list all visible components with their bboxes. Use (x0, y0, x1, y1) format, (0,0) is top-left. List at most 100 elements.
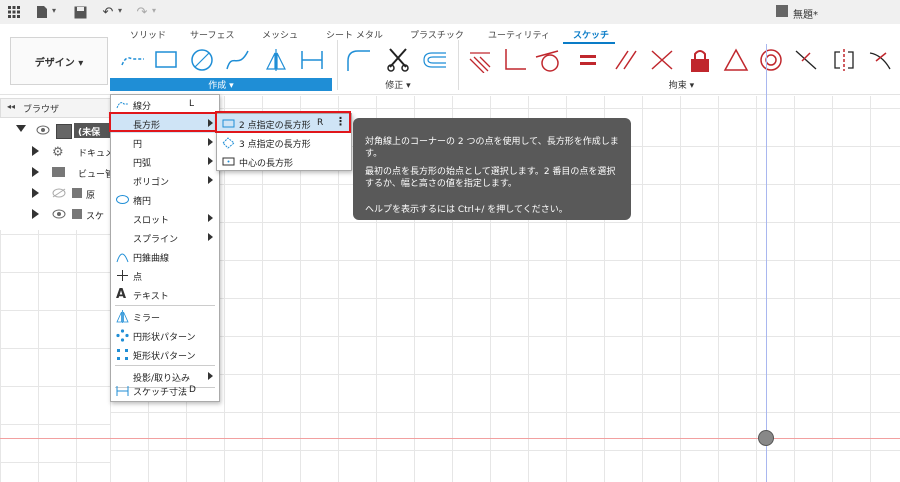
menu-separator (115, 365, 215, 366)
circle-tool-icon[interactable] (188, 47, 216, 73)
save-icon[interactable] (72, 4, 88, 20)
browser-title: ブラウザ (23, 105, 60, 115)
concentric-constraint-icon[interactable] (757, 47, 785, 73)
browser-root-item[interactable]: (未保 (16, 122, 122, 140)
submenu-arrow-icon (208, 214, 213, 222)
collapse-icon[interactable]: ◂◂ (7, 102, 15, 111)
browser-header[interactable]: ◂◂ ブラウザ (0, 98, 112, 118)
document-icon (776, 5, 788, 17)
menu-item-polygon[interactable]: ポリゴン (111, 171, 219, 190)
submenu-arrow-icon (208, 157, 213, 165)
component-icon (56, 124, 72, 139)
browser-item-named-views[interactable]: ビュー管理 (16, 164, 118, 182)
browser-item-origin[interactable]: 原 (16, 185, 116, 203)
menu-item-slot[interactable]: スロット (111, 209, 219, 228)
tab-utility[interactable]: ユーティリティ (488, 28, 550, 41)
dimension-tool-icon[interactable] (298, 47, 326, 73)
document-title: 無題* (793, 10, 818, 21)
folder-icon (72, 188, 82, 198)
folder-icon (72, 209, 82, 219)
expand-icon[interactable] (32, 167, 39, 177)
midpoint-constraint-icon[interactable] (648, 47, 676, 73)
tooltip-help-hint: ヘルプを表示するには Ctrl+/ を押してください。 (365, 205, 568, 215)
menu-item-conic-curve[interactable]: 円錐曲線 (111, 247, 219, 266)
browser-item-sketches[interactable]: スケ (16, 206, 116, 224)
menu-separator (115, 305, 215, 306)
tab-surface[interactable]: サーフェス (190, 28, 234, 41)
tooltip-instructions: 最初の点を長方形の始点として選択します。2 番目の点を選択するか、幅と高さの値を… (365, 167, 616, 189)
browser-item-document-settings[interactable]: ⚙ ドキュメン (16, 143, 118, 161)
equal-constraint-icon[interactable] (574, 47, 602, 73)
fix-lock-icon[interactable] (686, 47, 714, 73)
grid-menu-icon[interactable] (6, 4, 22, 20)
folder-icon (52, 167, 65, 177)
chevron-down-icon[interactable]: ▾ (152, 6, 156, 15)
line-tool-icon[interactable] (118, 47, 146, 73)
fillet-tool-icon[interactable] (344, 47, 372, 73)
triangle-constraint-icon[interactable] (722, 47, 750, 73)
ellipse-icon (116, 195, 129, 204)
tab-sketch[interactable]: スケッチ (573, 28, 609, 41)
submenu-arrow-icon (208, 176, 213, 184)
origin-point[interactable] (758, 430, 774, 446)
coincident-constraint-icon[interactable] (466, 47, 494, 73)
chevron-down-icon[interactable]: ▾ (118, 6, 122, 15)
file-icon[interactable] (34, 4, 50, 20)
spline-tool-icon[interactable] (224, 47, 252, 73)
menu-item-circle[interactable]: 円 (111, 133, 219, 152)
offset-tool-icon[interactable] (420, 47, 448, 73)
collinear-constraint-icon[interactable] (792, 47, 820, 73)
menu-item-rectangular-pattern[interactable]: 矩形状パターン (111, 345, 219, 364)
menu-item-point[interactable]: 点 (111, 266, 219, 285)
tab-solid[interactable]: ソリッド (130, 28, 166, 41)
menu-item-text[interactable]: A テキスト (111, 285, 219, 304)
menu-item-arc[interactable]: 円弧 (111, 152, 219, 171)
mirror-icon (116, 310, 129, 323)
design-workspace-button[interactable]: デザイン ▾ (10, 37, 108, 85)
toolbar-tabs: ソリッド サーフェス メッシュ シート メタル プラスチック ユーティリティ ス… (0, 24, 900, 44)
highlight-box (215, 111, 351, 133)
perpendicular-constraint-icon[interactable] (500, 47, 528, 73)
menu-item-spline[interactable]: スプライン (111, 228, 219, 247)
tab-mesh[interactable]: メッシュ (262, 28, 298, 41)
sketch-canvas[interactable] (0, 230, 110, 482)
submenu-arrow-icon (208, 233, 213, 241)
mirror-tool-icon[interactable] (262, 47, 290, 73)
menu-item-center-rectangle[interactable]: 中心の長方形 (217, 152, 351, 171)
expand-icon[interactable] (32, 146, 39, 156)
tab-plastic[interactable]: プラスチック (410, 28, 464, 41)
text-icon: A (116, 287, 127, 302)
modify-menu-button[interactable]: 修正 ▾ (343, 78, 453, 91)
smooth-constraint-icon[interactable] (866, 47, 894, 73)
menu-item-circular-pattern[interactable]: 円形状パターン (111, 326, 219, 345)
undo-icon[interactable]: ↶ (100, 4, 116, 20)
tangent-constraint-icon[interactable] (534, 47, 562, 73)
chevron-down-icon[interactable]: ▾ (52, 6, 56, 15)
menu-item-ellipse[interactable]: 楕円 (111, 190, 219, 209)
expand-icon[interactable] (16, 125, 26, 132)
parallel-constraint-icon[interactable] (612, 47, 640, 73)
create-menu-button[interactable]: 作成 ▾ (110, 78, 332, 91)
expand-icon[interactable] (32, 209, 39, 219)
eye-icon[interactable] (52, 209, 66, 219)
eye-icon[interactable] (36, 125, 50, 135)
redo-icon[interactable]: ↷ (134, 4, 150, 20)
y-axis-line (766, 44, 767, 482)
ribbon-separator (337, 40, 338, 90)
expand-icon[interactable] (32, 188, 39, 198)
rectangle-tool-icon[interactable] (152, 47, 180, 73)
gear-icon: ⚙ (52, 145, 64, 160)
line-icon (116, 102, 128, 109)
circular-pattern-icon (116, 329, 129, 342)
title-bar: ▾ ↶ ▾ ↷ ▾ 無題* (0, 0, 900, 25)
trim-scissors-icon[interactable] (384, 47, 412, 73)
hidden-eye-icon[interactable] (52, 188, 66, 198)
tooltip: 対角線上のコーナーの 2 つの点を使用して、長方形を作成します。 最初の点を長方… (353, 118, 631, 220)
menu-item-mirror[interactable]: ミラー (111, 307, 219, 326)
tab-sheet-metal[interactable]: シート メタル (326, 28, 383, 41)
constrain-menu-button[interactable]: 拘束 ▾ (463, 78, 900, 91)
symmetry-constraint-icon[interactable] (830, 47, 858, 73)
menu-item-3-point-rectangle[interactable]: 3 点指定の長方形 (217, 133, 351, 152)
menu-item-sketch-dimension[interactable]: スケッチ寸法 D (111, 381, 219, 400)
tooltip-description: 対角線上のコーナーの 2 つの点を使用して、長方形を作成します。 (365, 137, 619, 159)
